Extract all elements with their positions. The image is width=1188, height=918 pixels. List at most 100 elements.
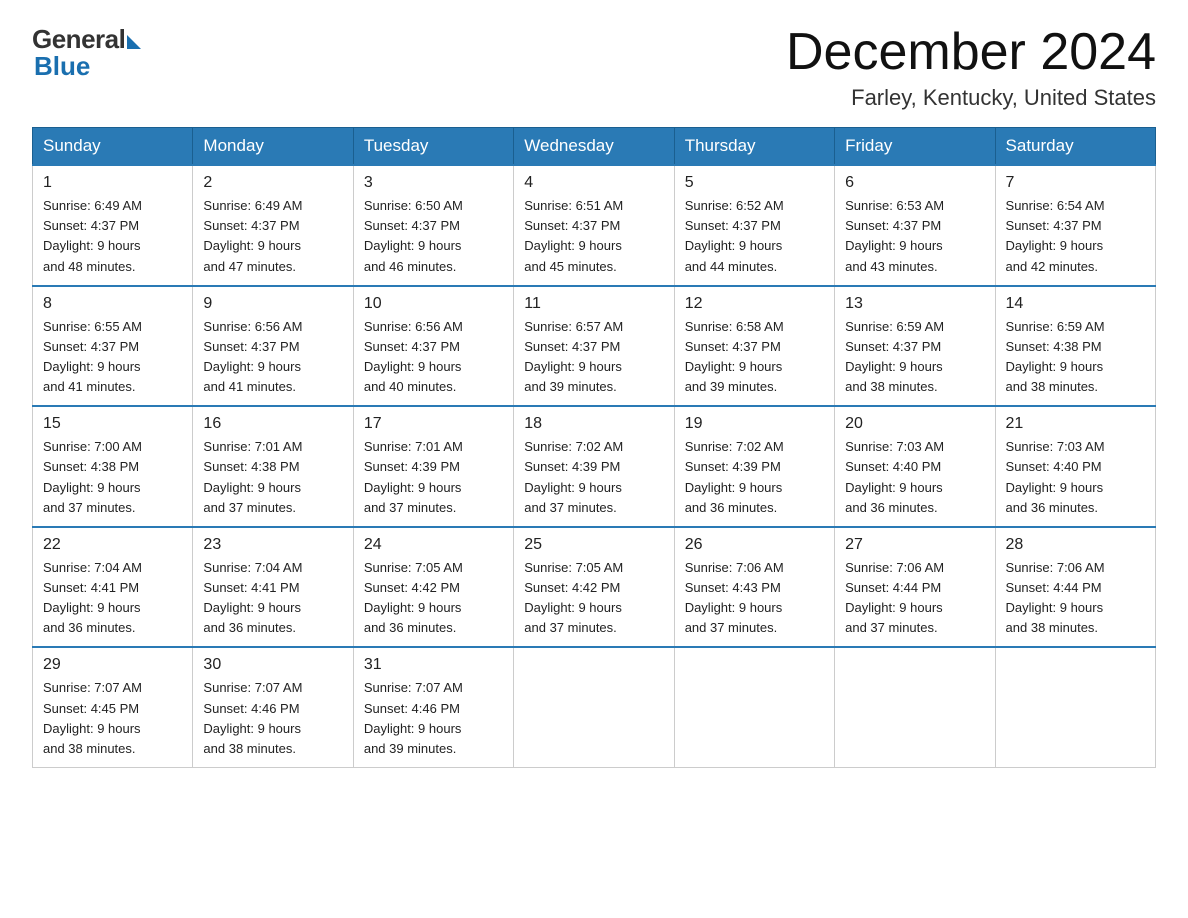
day-number: 11	[524, 295, 663, 313]
calendar-day-cell: 6 Sunrise: 6:53 AM Sunset: 4:37 PM Dayli…	[835, 165, 995, 286]
day-number: 19	[685, 415, 824, 433]
daylight-label: Daylight: 9 hours	[203, 600, 301, 615]
daylight-label: Daylight: 9 hours	[685, 238, 783, 253]
day-info: Sunrise: 7:02 AM Sunset: 4:39 PM Dayligh…	[524, 437, 663, 518]
sunrise-label: Sunrise: 7:00 AM	[43, 439, 142, 454]
daylight-minutes: and 36 minutes.	[845, 500, 938, 515]
sunset-label: Sunset: 4:37 PM	[203, 218, 299, 233]
daylight-minutes: and 40 minutes.	[364, 379, 457, 394]
sunrise-label: Sunrise: 7:02 AM	[685, 439, 784, 454]
calendar-table: SundayMondayTuesdayWednesdayThursdayFrid…	[32, 127, 1156, 768]
sunset-label: Sunset: 4:37 PM	[524, 218, 620, 233]
sunrise-label: Sunrise: 7:06 AM	[685, 560, 784, 575]
sunset-label: Sunset: 4:37 PM	[845, 218, 941, 233]
calendar-week-row: 22 Sunrise: 7:04 AM Sunset: 4:41 PM Dayl…	[33, 527, 1156, 648]
daylight-label: Daylight: 9 hours	[845, 480, 943, 495]
calendar-day-cell: 27 Sunrise: 7:06 AM Sunset: 4:44 PM Dayl…	[835, 527, 995, 648]
location-text: Farley, Kentucky, United States	[786, 85, 1156, 111]
day-number: 24	[364, 536, 503, 554]
sunrise-label: Sunrise: 6:54 AM	[1006, 198, 1105, 213]
daylight-minutes: and 38 minutes.	[203, 741, 296, 756]
daylight-label: Daylight: 9 hours	[524, 238, 622, 253]
day-info: Sunrise: 6:53 AM Sunset: 4:37 PM Dayligh…	[845, 196, 984, 277]
sunrise-label: Sunrise: 7:03 AM	[845, 439, 944, 454]
day-info: Sunrise: 7:03 AM Sunset: 4:40 PM Dayligh…	[1006, 437, 1145, 518]
day-info: Sunrise: 7:04 AM Sunset: 4:41 PM Dayligh…	[43, 558, 182, 639]
weekday-header-thursday: Thursday	[674, 128, 834, 166]
sunset-label: Sunset: 4:44 PM	[845, 580, 941, 595]
daylight-minutes: and 36 minutes.	[364, 620, 457, 635]
daylight-minutes: and 36 minutes.	[203, 620, 296, 635]
logo-blue-text: Blue	[34, 51, 90, 82]
day-number: 14	[1006, 295, 1145, 313]
day-number: 12	[685, 295, 824, 313]
day-number: 29	[43, 656, 182, 674]
daylight-label: Daylight: 9 hours	[1006, 480, 1104, 495]
day-info: Sunrise: 6:52 AM Sunset: 4:37 PM Dayligh…	[685, 196, 824, 277]
day-info: Sunrise: 7:03 AM Sunset: 4:40 PM Dayligh…	[845, 437, 984, 518]
day-number: 17	[364, 415, 503, 433]
sunset-label: Sunset: 4:41 PM	[203, 580, 299, 595]
day-info: Sunrise: 6:57 AM Sunset: 4:37 PM Dayligh…	[524, 317, 663, 398]
sunset-label: Sunset: 4:38 PM	[203, 459, 299, 474]
sunrise-label: Sunrise: 7:01 AM	[203, 439, 302, 454]
sunset-label: Sunset: 4:37 PM	[685, 339, 781, 354]
day-number: 18	[524, 415, 663, 433]
day-number: 7	[1006, 174, 1145, 192]
daylight-label: Daylight: 9 hours	[845, 359, 943, 374]
day-info: Sunrise: 7:04 AM Sunset: 4:41 PM Dayligh…	[203, 558, 342, 639]
day-info: Sunrise: 6:55 AM Sunset: 4:37 PM Dayligh…	[43, 317, 182, 398]
day-number: 15	[43, 415, 182, 433]
day-info: Sunrise: 6:56 AM Sunset: 4:37 PM Dayligh…	[203, 317, 342, 398]
daylight-label: Daylight: 9 hours	[685, 600, 783, 615]
calendar-day-cell: 8 Sunrise: 6:55 AM Sunset: 4:37 PM Dayli…	[33, 286, 193, 407]
sunset-label: Sunset: 4:38 PM	[43, 459, 139, 474]
sunset-label: Sunset: 4:37 PM	[43, 218, 139, 233]
empty-cell	[995, 647, 1155, 767]
calendar-day-cell: 5 Sunrise: 6:52 AM Sunset: 4:37 PM Dayli…	[674, 165, 834, 286]
day-number: 2	[203, 174, 342, 192]
sunrise-label: Sunrise: 7:04 AM	[203, 560, 302, 575]
day-number: 20	[845, 415, 984, 433]
calendar-day-cell: 14 Sunrise: 6:59 AM Sunset: 4:38 PM Dayl…	[995, 286, 1155, 407]
weekday-header-saturday: Saturday	[995, 128, 1155, 166]
calendar-day-cell: 31 Sunrise: 7:07 AM Sunset: 4:46 PM Dayl…	[353, 647, 513, 767]
daylight-minutes: and 37 minutes.	[685, 620, 778, 635]
weekday-header-wednesday: Wednesday	[514, 128, 674, 166]
sunset-label: Sunset: 4:37 PM	[43, 339, 139, 354]
calendar-week-row: 1 Sunrise: 6:49 AM Sunset: 4:37 PM Dayli…	[33, 165, 1156, 286]
calendar-day-cell: 9 Sunrise: 6:56 AM Sunset: 4:37 PM Dayli…	[193, 286, 353, 407]
day-info: Sunrise: 7:01 AM Sunset: 4:39 PM Dayligh…	[364, 437, 503, 518]
daylight-minutes: and 45 minutes.	[524, 259, 617, 274]
day-number: 28	[1006, 536, 1145, 554]
daylight-minutes: and 47 minutes.	[203, 259, 296, 274]
calendar-day-cell: 1 Sunrise: 6:49 AM Sunset: 4:37 PM Dayli…	[33, 165, 193, 286]
daylight-minutes: and 36 minutes.	[43, 620, 136, 635]
sunset-label: Sunset: 4:44 PM	[1006, 580, 1102, 595]
sunset-label: Sunset: 4:40 PM	[845, 459, 941, 474]
empty-cell	[674, 647, 834, 767]
day-number: 31	[364, 656, 503, 674]
sunrise-label: Sunrise: 7:03 AM	[1006, 439, 1105, 454]
sunrise-label: Sunrise: 7:05 AM	[364, 560, 463, 575]
sunrise-label: Sunrise: 6:57 AM	[524, 319, 623, 334]
sunrise-label: Sunrise: 7:01 AM	[364, 439, 463, 454]
page-header: General Blue December 2024 Farley, Kentu…	[32, 24, 1156, 111]
sunset-label: Sunset: 4:41 PM	[43, 580, 139, 595]
daylight-label: Daylight: 9 hours	[524, 359, 622, 374]
daylight-label: Daylight: 9 hours	[364, 721, 462, 736]
logo-triangle-icon	[127, 35, 141, 49]
day-number: 1	[43, 174, 182, 192]
calendar-day-cell: 24 Sunrise: 7:05 AM Sunset: 4:42 PM Dayl…	[353, 527, 513, 648]
sunset-label: Sunset: 4:39 PM	[524, 459, 620, 474]
daylight-label: Daylight: 9 hours	[685, 480, 783, 495]
daylight-label: Daylight: 9 hours	[845, 238, 943, 253]
sunset-label: Sunset: 4:37 PM	[203, 339, 299, 354]
calendar-day-cell: 16 Sunrise: 7:01 AM Sunset: 4:38 PM Dayl…	[193, 406, 353, 527]
calendar-day-cell: 19 Sunrise: 7:02 AM Sunset: 4:39 PM Dayl…	[674, 406, 834, 527]
daylight-label: Daylight: 9 hours	[364, 238, 462, 253]
daylight-minutes: and 41 minutes.	[43, 379, 136, 394]
daylight-label: Daylight: 9 hours	[1006, 600, 1104, 615]
calendar-day-cell: 11 Sunrise: 6:57 AM Sunset: 4:37 PM Dayl…	[514, 286, 674, 407]
day-info: Sunrise: 6:50 AM Sunset: 4:37 PM Dayligh…	[364, 196, 503, 277]
